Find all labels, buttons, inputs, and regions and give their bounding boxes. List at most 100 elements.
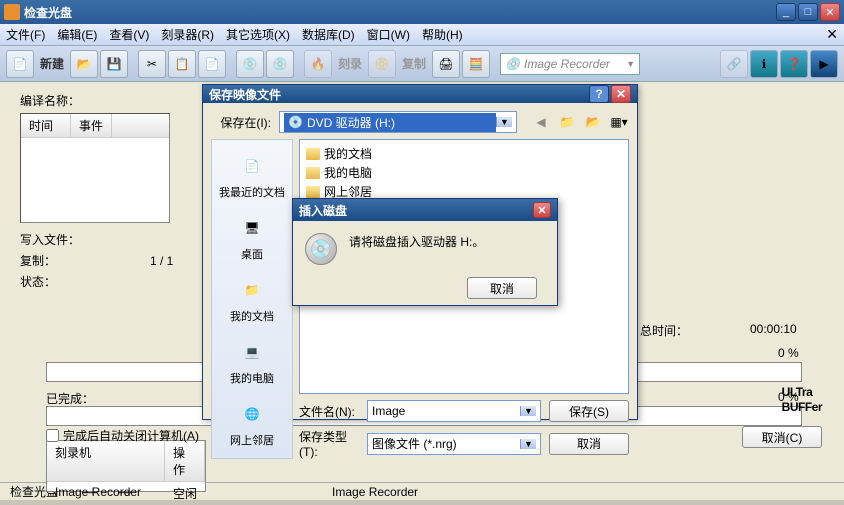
- info-disc-button[interactable]: 💿: [266, 50, 294, 78]
- shutdown-checkbox[interactable]: [46, 429, 59, 442]
- burn-label: 刻录: [334, 55, 366, 72]
- alert-titlebar[interactable]: 插入磁盘 ✕: [293, 199, 557, 221]
- menu-extras[interactable]: 其它选项(X): [226, 26, 290, 43]
- save-in-value: DVD 驱动器 (H:): [307, 114, 395, 131]
- window-title: 检查光盘: [24, 4, 776, 21]
- filetype-combo[interactable]: 图像文件 (*.nrg)▼: [367, 433, 541, 455]
- col-time[interactable]: 时间: [21, 114, 71, 137]
- alert-message: 请将磁盘插入驱动器 H:。: [349, 233, 484, 250]
- view-menu-icon[interactable]: ▦▾: [609, 112, 629, 132]
- disc-icon: 💿: [288, 115, 303, 129]
- filetype-label: 保存类型(T):: [299, 428, 359, 459]
- open-button[interactable]: 📂: [70, 50, 98, 78]
- dialog-cancel-button[interactable]: 取消: [549, 433, 629, 455]
- copies-value: 1 / 1: [150, 254, 173, 268]
- dialog-close-button[interactable]: ✕: [611, 85, 631, 103]
- alert-title: 插入磁盘: [299, 202, 347, 219]
- disc-alert-icon: 💿: [305, 233, 337, 265]
- menu-window[interactable]: 窗口(W): [367, 26, 410, 43]
- calc-button[interactable]: 🧮: [462, 50, 490, 78]
- menu-help[interactable]: 帮助(H): [422, 26, 463, 43]
- help-button[interactable]: ?: [589, 85, 609, 103]
- place-mydocs[interactable]: 📁我的文档: [226, 270, 278, 328]
- event-list[interactable]: 时间 事件: [20, 113, 170, 223]
- copy-button[interactable]: 📋: [168, 50, 196, 78]
- file-item[interactable]: 我的电脑: [304, 163, 624, 182]
- menu-database[interactable]: 数据库(D): [302, 26, 355, 43]
- arrow-icon[interactable]: ▶: [810, 50, 838, 78]
- print-button[interactable]: 🖨: [432, 50, 460, 78]
- cancel-c-button[interactable]: 取消(C): [742, 426, 822, 448]
- back-icon[interactable]: ◀: [531, 112, 551, 132]
- place-recent[interactable]: 📄我最近的文档: [215, 146, 289, 204]
- maximize-button[interactable]: □: [798, 3, 818, 21]
- folder-icon: [306, 186, 320, 198]
- col-event[interactable]: 事件: [71, 114, 112, 137]
- menu-edit[interactable]: 编辑(E): [57, 26, 97, 43]
- recorder-combo[interactable]: 💿 Image Recorder ▼: [500, 53, 640, 75]
- menu-file[interactable]: 文件(F): [6, 26, 45, 43]
- folder-icon: [306, 148, 320, 160]
- toolbar: 📄 新建 📂 💾 ✂ 📋 📄 💿 💿 🔥 刻录 📀 复制 🖨 🧮 💿 Image…: [0, 46, 844, 82]
- col-recorder[interactable]: 刻录机: [47, 441, 165, 481]
- chevron-down-icon[interactable]: ▼: [520, 439, 536, 449]
- info-icon[interactable]: ℹ: [750, 50, 778, 78]
- event-list-header: 时间 事件: [21, 114, 169, 138]
- place-network[interactable]: 🌐网上邻居: [226, 394, 278, 452]
- paste-button[interactable]: 📄: [198, 50, 226, 78]
- save-button[interactable]: 保存(S): [549, 400, 629, 422]
- burn-button[interactable]: 🔥: [304, 50, 332, 78]
- ultrabuffer-logo: ULTra BUFFer: [782, 385, 822, 415]
- compile-name-label: 编译名称：: [20, 92, 90, 109]
- completed-label: 已完成：: [46, 390, 116, 407]
- col-action[interactable]: 操作: [165, 441, 205, 481]
- help-icon[interactable]: ❓: [780, 50, 808, 78]
- write-file-label: 写入文件：: [20, 231, 90, 248]
- menu-view[interactable]: 查看(V): [109, 26, 149, 43]
- minimize-button[interactable]: _: [776, 3, 796, 21]
- mdi-close-icon[interactable]: ✕: [826, 26, 838, 43]
- file-item[interactable]: 我的文档: [304, 144, 624, 163]
- connect-button[interactable]: 🔗: [720, 50, 748, 78]
- save-in-label: 保存在(I):: [211, 114, 271, 131]
- chevron-down-icon: ▼: [626, 59, 635, 69]
- folder-icon: [306, 167, 320, 179]
- cut-button[interactable]: ✂: [138, 50, 166, 78]
- up-icon[interactable]: 📁: [557, 112, 577, 132]
- save-dialog-titlebar[interactable]: 保存映像文件 ? ✕: [203, 85, 637, 103]
- app-icon: [4, 4, 20, 20]
- shutdown-label: 完成后自动关闭计算机(A): [63, 427, 199, 444]
- shutdown-checkbox-row: 完成后自动关闭计算机(A): [46, 427, 199, 444]
- copy-disc-button[interactable]: 📀: [368, 50, 396, 78]
- alert-cancel-button[interactable]: 取消: [467, 277, 537, 299]
- place-desktop[interactable]: 🖥桌面: [232, 208, 272, 266]
- filename-label: 文件名(N):: [299, 403, 359, 420]
- close-button[interactable]: ✕: [820, 3, 840, 21]
- new-folder-icon[interactable]: 📂: [583, 112, 603, 132]
- copies-label: 复制：: [20, 252, 90, 269]
- save-button[interactable]: 💾: [100, 50, 128, 78]
- copy-label: 复制: [398, 55, 430, 72]
- place-mycomputer[interactable]: 💻我的电脑: [226, 332, 278, 390]
- row-recorder: Image Recorder: [47, 482, 165, 505]
- insert-disc-alert: 插入磁盘 ✕ 💿 请将磁盘插入驱动器 H:。 取消: [292, 198, 558, 306]
- recorder-grid[interactable]: 刻录机 操作 Image Recorder 空闲: [46, 440, 206, 492]
- status-recorder: Image Recorder: [332, 485, 418, 499]
- total-time-value: 00:00:10: [750, 322, 797, 336]
- menu-recorder[interactable]: 刻录器(R): [161, 26, 214, 43]
- filename-input[interactable]: Image▼: [367, 400, 541, 422]
- new-button[interactable]: 📄: [6, 50, 34, 78]
- places-bar: 📄我最近的文档 🖥桌面 📁我的文档 💻我的电脑 🌐网上邻居: [211, 139, 293, 459]
- pct-1: 0 %: [778, 346, 799, 360]
- window-controls: _ □ ✕: [776, 3, 840, 21]
- chevron-down-icon[interactable]: ▼: [520, 406, 536, 416]
- row-action: 空闲: [165, 482, 205, 505]
- chevron-down-icon[interactable]: ▼: [496, 117, 512, 127]
- alert-close-button[interactable]: ✕: [533, 202, 551, 218]
- save-in-combo[interactable]: 💿 DVD 驱动器 (H:) ▼: [279, 111, 517, 133]
- total-time-label: 总时间：: [640, 322, 688, 339]
- titlebar[interactable]: 检查光盘 _ □ ✕: [0, 0, 844, 24]
- disc-button[interactable]: 💿: [236, 50, 264, 78]
- menubar: 文件(F) 编辑(E) 查看(V) 刻录器(R) 其它选项(X) 数据库(D) …: [0, 24, 844, 46]
- status-label: 状态：: [20, 273, 90, 290]
